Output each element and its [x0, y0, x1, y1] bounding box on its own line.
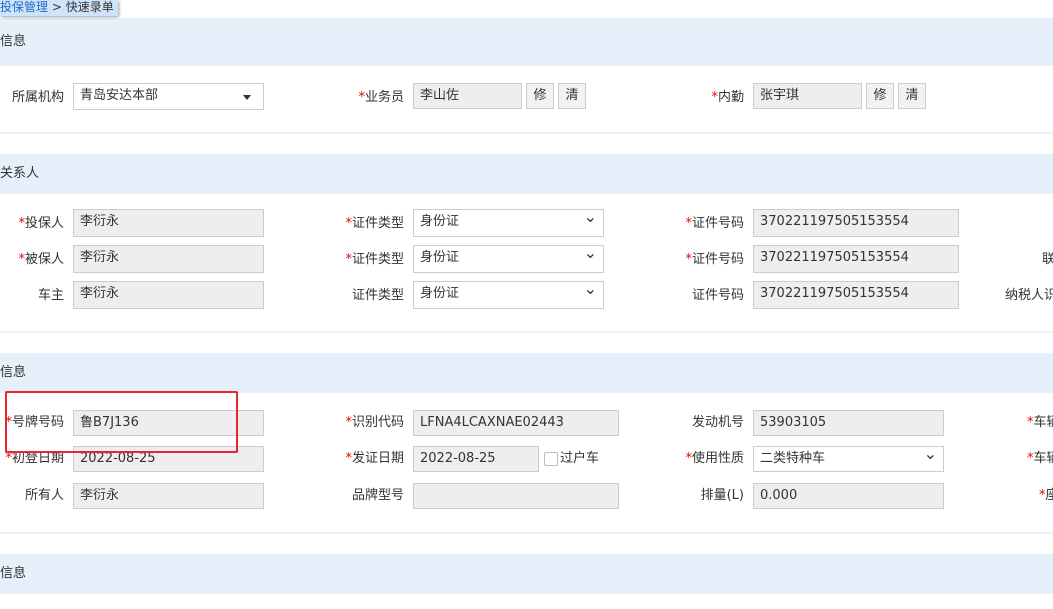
brand-input[interactable] [413, 483, 619, 509]
section-insurance-header[interactable]: 险信息 [0, 554, 1053, 594]
party-name-input[interactable]: 李衍永 [73, 245, 264, 273]
usage-value: 二类特种车 [760, 451, 826, 466]
owner-input[interactable]: 李衍永 [73, 483, 264, 509]
inner-edit-button[interactable]: 修 [866, 83, 894, 109]
party-idtype-select[interactable]: 身份证 [413, 241, 604, 273]
brand-label: 品牌型号 [351, 488, 404, 503]
party-idtype-label: *证件类型 [345, 252, 404, 267]
sales-input[interactable]: 李山佐 [413, 83, 522, 109]
divider [0, 132, 1053, 134]
party-name-input[interactable]: 李衍永 [73, 209, 264, 237]
vin-input[interactable]: LFNA4LCAXNAE02443 [413, 410, 619, 436]
breadcrumb-link[interactable]: 投保管理 [0, 0, 48, 14]
divider [0, 532, 1053, 534]
party-idno-label: *证件号码 [685, 252, 744, 267]
issue-date-label: *发证日期 [345, 451, 404, 466]
transfer-label: 过户车 [560, 451, 600, 466]
displacement-label: 排量(L) [700, 488, 744, 503]
owner-label: 所有人 [24, 488, 64, 503]
party-role-label: *被保人 [18, 252, 64, 267]
party-idtype-value: 身份证 [420, 286, 460, 301]
vehicle-col4-label: *车辆 [1027, 451, 1053, 466]
engine-input[interactable]: 53903105 [753, 410, 944, 436]
party-idtype-select[interactable]: 身份证 [413, 277, 604, 309]
sales-clear-button[interactable]: 清 [558, 83, 586, 109]
usage-select[interactable]: 二类特种车 [753, 442, 944, 472]
party-idtype-label: *证件类型 [345, 216, 404, 231]
party-idno-label: *证件号码 [685, 216, 744, 231]
party-idno-label: 证件号码 [691, 288, 744, 303]
party-idno-input[interactable]: 370221197505153554 [753, 245, 959, 273]
engine-label: 发动机号 [691, 415, 744, 430]
org-label: 所属机构 [11, 90, 64, 105]
party-idtype-value: 身份证 [420, 250, 460, 265]
party-role-label: 车主 [37, 288, 64, 303]
sales-label: *业务员 [358, 90, 404, 105]
vehicle-col4-label: *车辆 [1027, 415, 1053, 430]
party-extra-label: 纳税人识 [1005, 288, 1053, 303]
displacement-input[interactable]: 0.000 [753, 483, 944, 509]
party-idtype-value: 身份证 [420, 214, 460, 229]
highlight-box [5, 391, 238, 453]
inner-clear-button[interactable]: 清 [898, 83, 926, 109]
breadcrumb: 投保管理 > 快速录单 [0, 0, 118, 16]
party-idtype-select[interactable]: 身份证 [413, 205, 604, 237]
section-basic-header[interactable]: 本信息 [0, 18, 1053, 66]
party-idno-input[interactable]: 370221197505153554 [753, 209, 959, 237]
party-role-label: *投保人 [18, 216, 64, 231]
divider [0, 331, 1053, 333]
org-value: 青岛安达本部 [80, 88, 159, 103]
party-extra-label: 联 [1042, 252, 1053, 267]
usage-label: *使用性质 [685, 451, 744, 466]
party-name-input[interactable]: 李衍永 [73, 281, 264, 309]
inner-input[interactable]: 张宇琪 [753, 83, 862, 109]
party-idno-input[interactable]: 370221197505153554 [753, 281, 959, 309]
vehicle-col4-label: *座 [1039, 488, 1053, 503]
section-parties-header[interactable]: 险关系人 [0, 154, 1053, 194]
inner-label: *内勤 [711, 90, 744, 105]
org-select[interactable]: 青岛安达本部 [73, 83, 264, 110]
sales-edit-button[interactable]: 修 [526, 83, 554, 109]
breadcrumb-sep: > [48, 0, 66, 14]
section-vehicle-header[interactable]: 辆信息 [0, 353, 1053, 393]
vin-label: *识别代码 [345, 415, 404, 430]
breadcrumb-current: 快速录单 [65, 0, 114, 14]
issue-date-input[interactable]: 2022-08-25 [413, 446, 539, 472]
transfer-checkbox[interactable] [544, 452, 558, 466]
party-idtype-label: 证件类型 [351, 288, 404, 303]
